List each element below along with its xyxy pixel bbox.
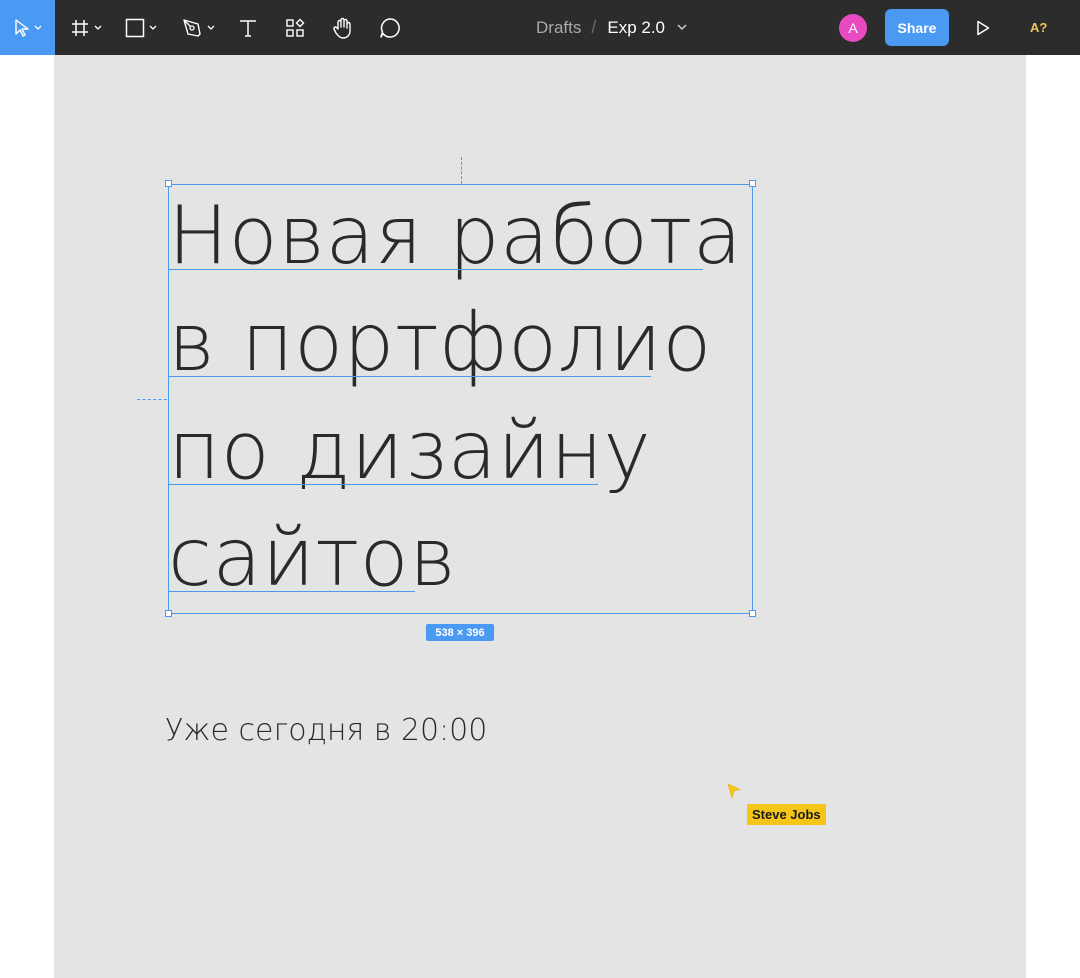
selection-size-label: 538 × 396	[426, 624, 494, 641]
components-icon	[286, 18, 305, 37]
resize-handle-top-left[interactable]	[165, 180, 172, 187]
move-tool-button[interactable]	[0, 0, 55, 55]
components-tool-button[interactable]	[285, 0, 305, 55]
cursor-arrow-icon	[727, 783, 741, 799]
comment-tool-button[interactable]	[379, 0, 401, 55]
text-icon	[240, 19, 256, 37]
breadcrumb-folder-link[interactable]: Drafts	[536, 18, 581, 38]
pen-icon	[183, 18, 201, 37]
resize-handle-bottom-left[interactable]	[165, 610, 172, 617]
rectangle-tool-button[interactable]	[125, 0, 157, 55]
move-icon	[14, 18, 29, 37]
file-name[interactable]: Exp 2.0	[607, 18, 665, 38]
frame-icon	[72, 19, 88, 36]
spacing-guide-horizontal	[137, 399, 167, 400]
frame-tool-button[interactable]	[70, 0, 102, 55]
spacing-guide-vertical	[461, 157, 462, 184]
breadcrumb: Drafts / Exp 2.0	[536, 0, 687, 55]
chevron-down-icon	[149, 25, 157, 30]
share-button[interactable]: Share	[885, 9, 949, 46]
present-button[interactable]	[976, 0, 994, 55]
chevron-down-icon	[34, 25, 41, 30]
comment-icon	[380, 17, 400, 38]
text-tool-button[interactable]	[238, 0, 258, 55]
pen-tool-button[interactable]	[181, 0, 215, 55]
chevron-down-icon	[207, 25, 215, 30]
resize-handle-bottom-right[interactable]	[749, 610, 756, 617]
missing-fonts-indicator[interactable]: A?	[1030, 0, 1047, 55]
collaborator-cursor	[727, 783, 741, 803]
subtitle-text-layer[interactable]: Уже сегодня в 20:00	[165, 716, 487, 746]
breadcrumb-separator: /	[591, 17, 597, 37]
selection-bounding-box	[168, 184, 753, 614]
rectangle-icon	[125, 18, 145, 37]
avatar[interactable]: A	[839, 14, 867, 42]
file-menu-button[interactable]	[677, 24, 687, 31]
resize-handle-top-right[interactable]	[749, 180, 756, 187]
collaborator-name-label: Steve Jobs	[747, 804, 826, 825]
hand-icon	[333, 17, 351, 39]
toolbar: Drafts / Exp 2.0 A Share A?	[0, 0, 1080, 55]
chevron-down-icon	[677, 24, 687, 30]
hand-tool-button[interactable]	[331, 0, 355, 55]
chevron-down-icon	[94, 25, 102, 30]
play-icon	[977, 20, 990, 35]
